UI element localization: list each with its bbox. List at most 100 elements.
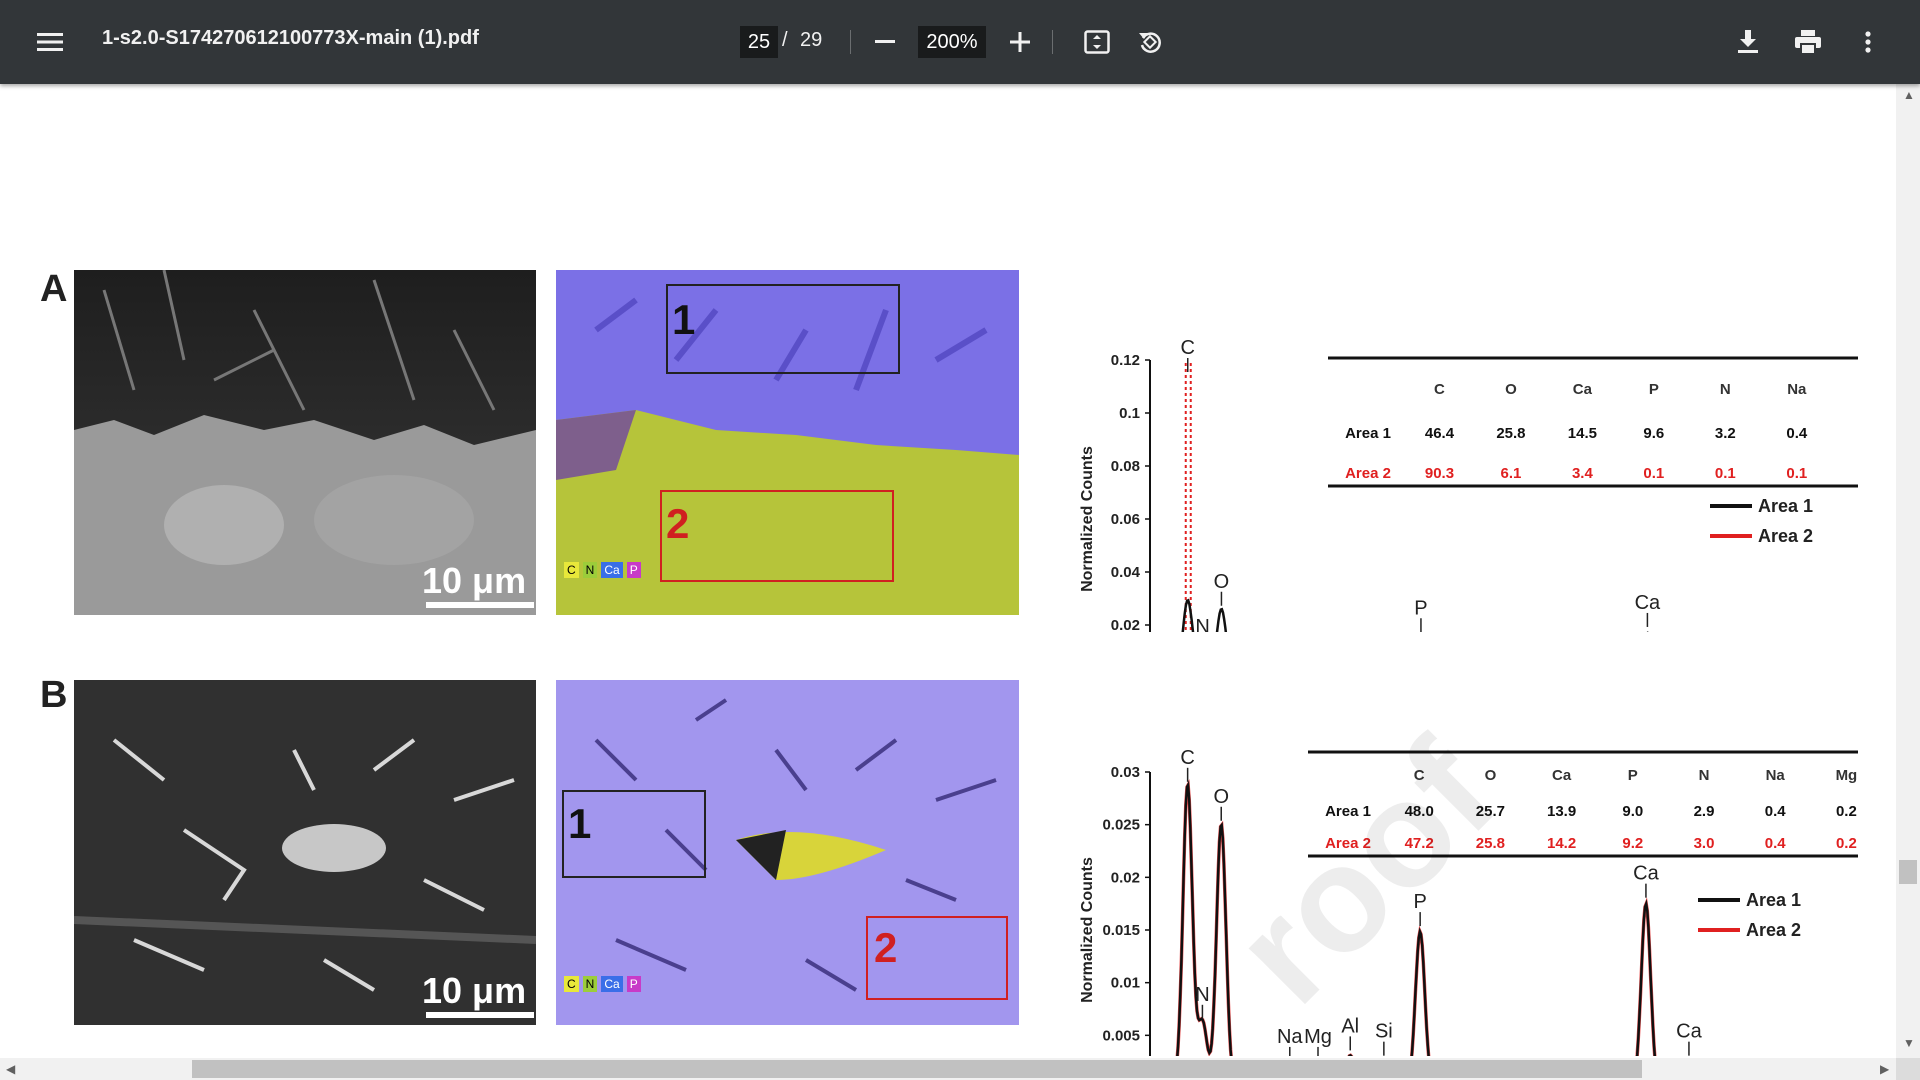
y-tick-label: 0.04 [1111, 564, 1141, 581]
table-cell: 0.1 [1715, 465, 1736, 482]
table-cell: 0.2 [1836, 803, 1857, 820]
roi-label-1: 1 [672, 296, 696, 343]
vertical-scrollbar[interactable] [1896, 84, 1920, 1058]
table-header: O [1505, 381, 1517, 398]
y-axis-label: Normalized Counts [1079, 446, 1096, 592]
sem-image-b: 10 μm [74, 680, 536, 1025]
pdf-page-view[interactable]: A 10 μm 1 2 C N Ca P 0.02 0.04 0.06 0.08… [0, 84, 1896, 1058]
zoom-out-button[interactable] [865, 22, 905, 62]
table-header: Ca [1552, 767, 1572, 784]
table-cell: 0.1 [1643, 465, 1664, 482]
peak-label: Ca [1676, 1021, 1702, 1043]
table-cell: 14.2 [1547, 835, 1576, 852]
toolbar-divider [1052, 30, 1053, 54]
roi-label-2: 2 [874, 924, 898, 971]
table-header: Na [1766, 767, 1786, 784]
sem-image-a: 10 μm [74, 270, 536, 615]
map-legend-item: P [626, 976, 641, 992]
more-vert-icon [1865, 31, 1871, 53]
roi-box-1 [666, 284, 900, 374]
legend-label: Area 2 [1758, 526, 1813, 546]
table-cell: 0.4 [1765, 803, 1787, 820]
peak-label: Na [1277, 1026, 1303, 1048]
minus-icon [875, 40, 895, 43]
table-cell: 0.1 [1786, 465, 1807, 482]
map-legend: C N Ca P [564, 562, 641, 578]
table-cell: 9.0 [1622, 803, 1643, 820]
y-axis-label: Normalized Counts [1079, 857, 1096, 1003]
horizontal-scroll-thumb[interactable] [192, 1060, 1642, 1078]
peak-label: O [1213, 786, 1229, 808]
toolbar-divider [850, 30, 851, 54]
fit-page-button[interactable] [1077, 22, 1117, 62]
rotate-icon [1139, 32, 1161, 53]
table-cell: 14.5 [1568, 425, 1597, 442]
table-header: P [1628, 767, 1638, 784]
y-tick-label: 0.12 [1111, 352, 1140, 369]
table-header: O [1485, 767, 1497, 784]
table-cell: Area 2 [1345, 465, 1391, 482]
roi-box-2 [660, 490, 894, 582]
table-cell: 0.4 [1765, 835, 1787, 852]
panel-label-b: B [40, 674, 68, 716]
panel-label-a: A [40, 268, 68, 310]
table-cell: Area 1 [1345, 425, 1391, 442]
page-total: 29 [800, 29, 823, 51]
scroll-right-arrow-icon[interactable]: ▶ [1880, 1062, 1889, 1076]
pdf-toolbar: 1-s2.0-S174270612100773X-main (1).pdf 25… [0, 0, 1920, 84]
table-header: Ca [1573, 381, 1593, 398]
table-header: N [1720, 381, 1731, 398]
roi-label-1: 1 [568, 800, 592, 847]
download-button[interactable] [1728, 22, 1768, 62]
y-tick-label: 0.02 [1111, 617, 1140, 632]
peak-label: Na [1277, 629, 1303, 632]
map-legend-item: Ca [601, 562, 623, 578]
table-cell: 2.9 [1694, 803, 1715, 820]
menu-icon[interactable] [30, 22, 70, 62]
scroll-up-arrow-icon[interactable]: ▲ [1903, 88, 1915, 102]
peak-label: C [1180, 747, 1194, 769]
peak-label: Al [1341, 1015, 1359, 1037]
zoom-input[interactable]: 200% [918, 26, 986, 58]
table-header: C [1434, 381, 1445, 398]
table-cell: 3.4 [1572, 465, 1594, 482]
page-number-input[interactable]: 25 [740, 26, 778, 58]
table-header: N [1699, 767, 1710, 784]
scrollbar-corner [1896, 1058, 1920, 1080]
vertical-scroll-thumb[interactable] [1899, 860, 1917, 884]
table-header: Na [1787, 381, 1807, 398]
peak-label: Ca [1633, 863, 1659, 885]
table-cell: 0.2 [1836, 835, 1857, 852]
scroll-left-arrow-icon[interactable]: ◀ [6, 1062, 15, 1076]
download-icon [1738, 30, 1758, 53]
scale-bar [426, 1012, 534, 1018]
print-button[interactable] [1788, 22, 1828, 62]
peak-label: Mg [1305, 629, 1333, 632]
peak-label: N [1195, 616, 1209, 632]
scroll-down-arrow-icon[interactable]: ▼ [1903, 1036, 1915, 1050]
scale-bar-label: 10 μm [422, 560, 527, 601]
eds-map-a: 1 2 C N Ca P [556, 270, 1019, 615]
table-cell: 9.6 [1643, 425, 1664, 442]
y-tick-label: 0.06 [1111, 511, 1140, 528]
y-tick-label: 0.015 [1102, 922, 1140, 939]
legend-label: Area 1 [1758, 496, 1813, 516]
peak-label: Ca [1635, 592, 1661, 614]
legend-label: Area 2 [1746, 920, 1801, 940]
eds-spectrum-chart-a: 00.020.040.060.080.10.12012345Energy (Ke… [1079, 337, 1858, 632]
table-cell: 13.9 [1547, 803, 1576, 820]
table-cell: 25.8 [1496, 425, 1525, 442]
peak-label: N [1195, 984, 1209, 1006]
zoom-in-button[interactable] [1000, 22, 1040, 62]
peak-label: C [1181, 337, 1195, 359]
fit-page-icon [1084, 30, 1110, 54]
peak-label: P [1414, 597, 1427, 619]
peak-label: O [1214, 571, 1230, 593]
map-legend-item: N [582, 976, 598, 992]
table-header: Mg [1857, 381, 1858, 398]
y-tick-label: 0.005 [1102, 1027, 1140, 1044]
more-options-button[interactable] [1848, 22, 1888, 62]
rotate-button[interactable] [1130, 22, 1170, 62]
map-legend-item: P [626, 562, 641, 578]
scale-bar-label: 10 μm [422, 970, 527, 1011]
